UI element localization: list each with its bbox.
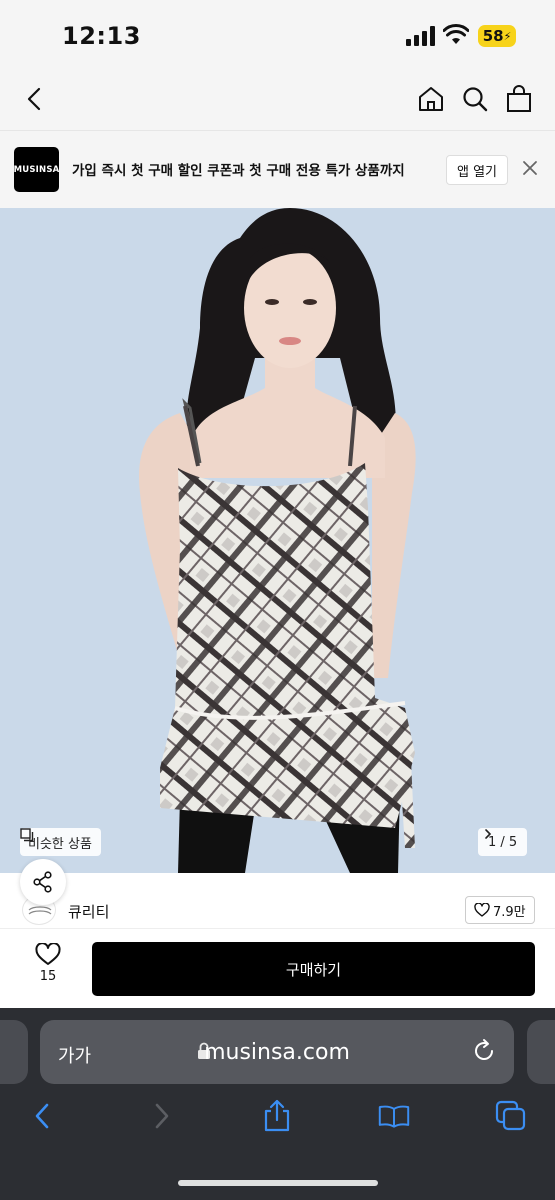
brand-like-count: 7.9만 xyxy=(493,904,526,920)
signal-icon xyxy=(406,26,435,46)
tabs-icon[interactable] xyxy=(495,1100,527,1132)
share-button[interactable] xyxy=(20,859,66,905)
home-indicator xyxy=(178,1180,378,1186)
musinsa-logo: MUSINSA xyxy=(14,147,59,192)
close-icon[interactable] xyxy=(520,158,540,182)
top-nav xyxy=(0,70,555,130)
similar-icon xyxy=(20,828,34,842)
battery-level: 58 xyxy=(482,27,504,45)
back-icon[interactable] xyxy=(18,82,52,116)
browser-back-icon[interactable] xyxy=(26,1100,58,1132)
wishlist-button[interactable]: 15 xyxy=(28,943,68,984)
banner-text: 가입 즉시 첫 구매 할인 쿠폰과 첫 구매 전용 특가 상품까지 xyxy=(72,163,405,179)
reload-icon[interactable] xyxy=(471,1038,497,1064)
brand-name[interactable]: 큐리티 xyxy=(68,901,109,922)
product-image[interactable]: 비슷한 상품 1 / 5 xyxy=(0,208,555,873)
status-bar: 12:13 58 ⚡ xyxy=(0,0,555,70)
browser-toolbar: 가가 musinsa.com xyxy=(0,1008,555,1200)
url-text: musinsa.com xyxy=(204,1040,350,1065)
brand-row: 큐리티 7.9만 xyxy=(0,859,555,928)
book-icon[interactable] xyxy=(378,1100,410,1132)
status-time: 12:13 xyxy=(62,22,141,50)
heart-icon xyxy=(474,903,490,917)
previous-tab-pill[interactable] xyxy=(0,1020,28,1084)
buy-button[interactable]: 구매하기 xyxy=(92,942,535,996)
battery-indicator: 58 ⚡ xyxy=(478,25,516,47)
image-page-indicator[interactable]: 1 / 5 xyxy=(478,828,528,856)
wifi-icon xyxy=(443,24,469,44)
search-icon[interactable] xyxy=(458,82,492,116)
app-banner: MUSINSA 가입 즉시 첫 구매 할인 쿠폰과 첫 구매 전용 특가 상품까… xyxy=(0,130,555,208)
heart-icon xyxy=(35,943,61,965)
home-icon[interactable] xyxy=(414,82,448,116)
similar-products-label: 비슷한 상품 xyxy=(28,836,92,852)
purchase-bar: 15 구매하기 xyxy=(0,928,555,1008)
next-tab-pill[interactable] xyxy=(527,1020,555,1084)
wishlist-count: 15 xyxy=(39,969,57,984)
forward-icon[interactable] xyxy=(146,1100,178,1132)
open-app-button[interactable]: 앱 열기 xyxy=(446,155,509,185)
address-bar[interactable]: 가가 musinsa.com xyxy=(40,1020,514,1084)
similar-products-button[interactable]: 비슷한 상품 xyxy=(20,828,101,856)
share-icon xyxy=(33,871,52,893)
bag-icon[interactable] xyxy=(502,82,536,116)
product-photo xyxy=(139,208,416,873)
brand-like-button[interactable]: 7.9만 xyxy=(465,896,535,924)
share-up-icon[interactable] xyxy=(261,1099,293,1132)
chevron-right-icon xyxy=(485,829,492,839)
